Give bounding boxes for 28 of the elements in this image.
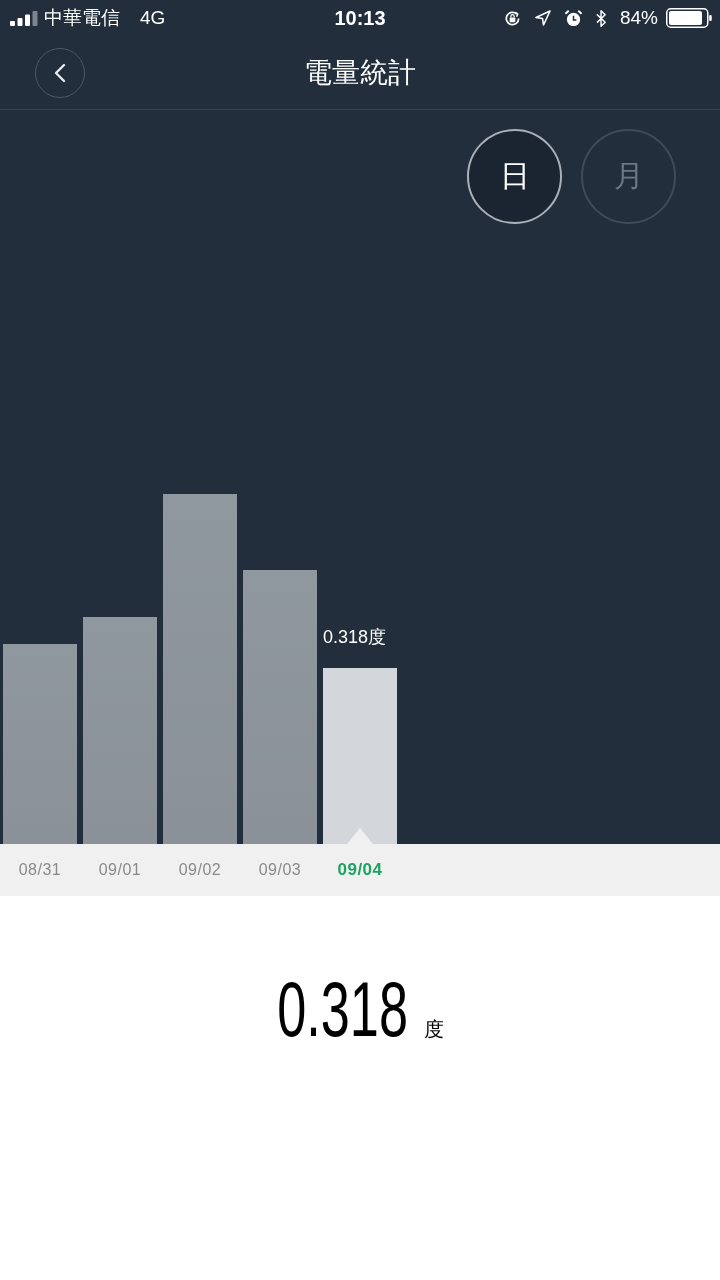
network-type: 4G (140, 7, 166, 29)
bar[interactable] (3, 644, 77, 844)
rotation-lock-icon (502, 8, 522, 28)
bluetooth-icon (595, 8, 607, 28)
period-toggle-button[interactable]: 月 (581, 129, 676, 224)
date-label[interactable]: 09/01 (83, 857, 157, 883)
location-arrow-icon (534, 10, 551, 26)
bar[interactable] (83, 617, 157, 844)
page-title: 電量統計 (304, 55, 416, 90)
date-label[interactable]: 09/03 (243, 857, 317, 883)
status-time: 10:13 (334, 6, 386, 30)
date-label[interactable]: 09/04 (323, 856, 397, 884)
bar[interactable] (243, 570, 317, 844)
bar[interactable] (323, 668, 397, 844)
battery-percentage: 84% (619, 7, 658, 29)
alarm-clock-icon (563, 8, 583, 28)
bar-value-label: 0.318度 (323, 626, 387, 649)
signal-bars-icon (10, 10, 38, 26)
unit-label: 度 (423, 1017, 444, 1042)
back-button[interactable] (35, 48, 85, 98)
date-label[interactable]: 09/02 (163, 857, 237, 883)
period-toggle-button[interactable]: 日 (467, 129, 562, 224)
battery-icon (666, 8, 712, 28)
bar[interactable] (163, 494, 237, 844)
total-value: 0.318 (277, 964, 409, 1055)
chevron-left-icon (54, 63, 66, 83)
carrier-name: 中華電信 (44, 6, 120, 30)
date-label[interactable]: 08/31 (3, 857, 77, 883)
